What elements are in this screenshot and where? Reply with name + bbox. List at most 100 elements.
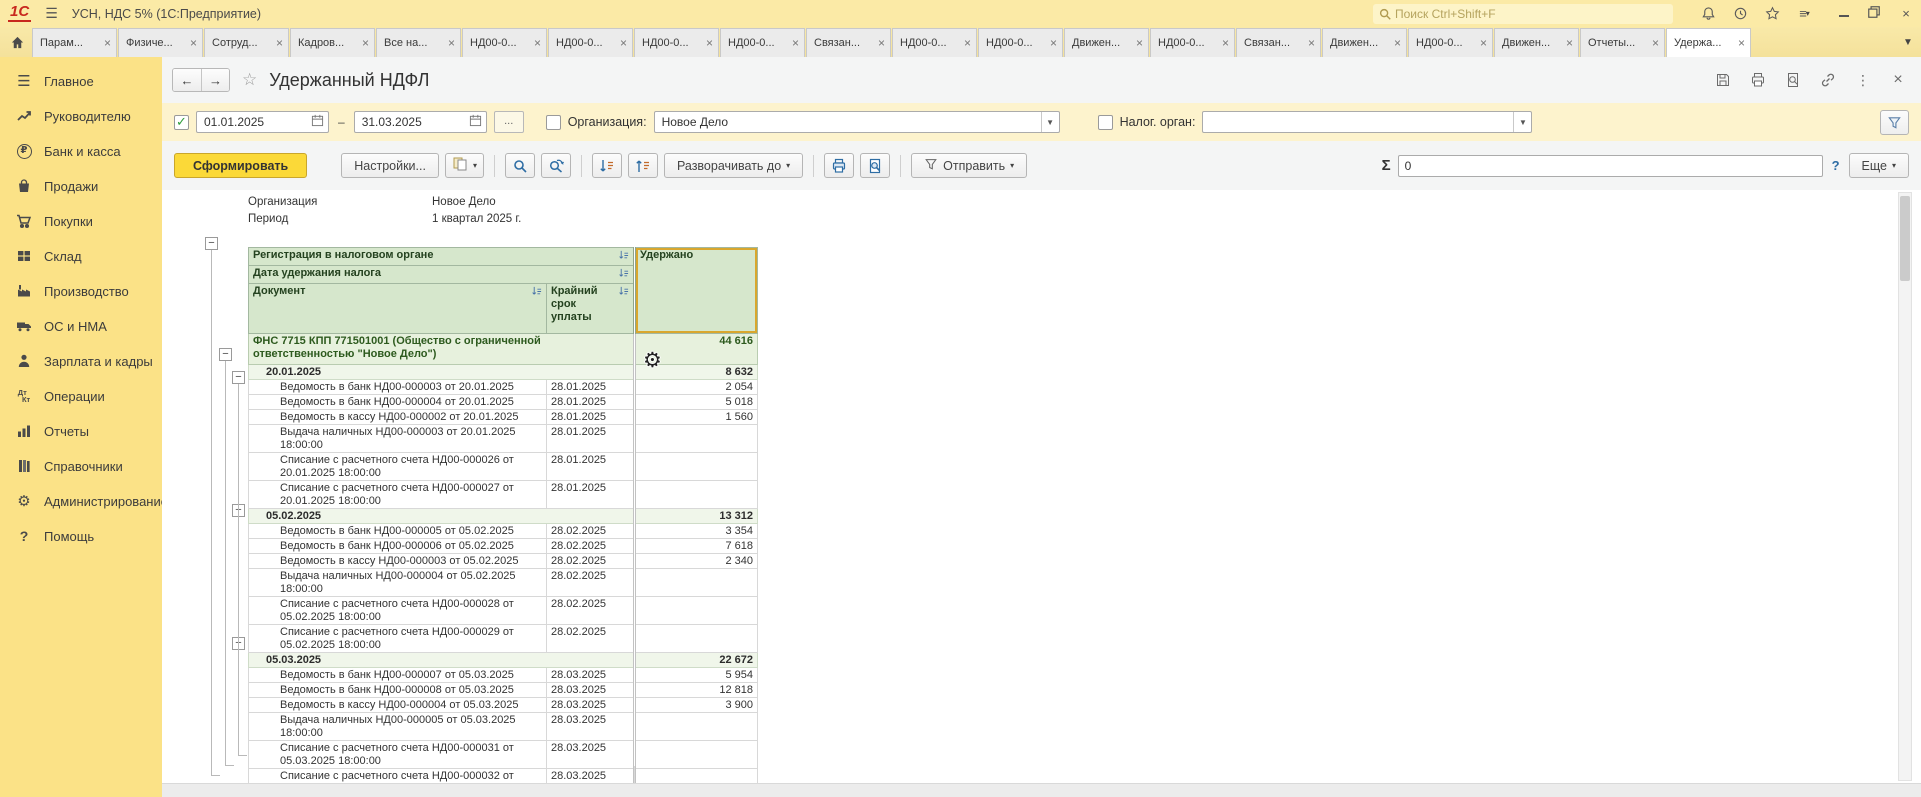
document-row[interactable]: Списание с расчетного счета НД00-000027 … (249, 481, 758, 509)
deadline-cell[interactable]: 28.01.2025 (547, 410, 635, 425)
tab-close-icon[interactable]: × (878, 36, 885, 50)
link-icon[interactable] (1819, 71, 1837, 89)
deadline-cell[interactable]: 28.01.2025 (547, 453, 635, 481)
col-header-withheld[interactable]: Удержано (635, 248, 758, 334)
print-icon[interactable] (1749, 71, 1767, 89)
period-more-button[interactable]: ... (494, 111, 524, 133)
sidebar-item-помощь[interactable]: ?Помощь (0, 524, 162, 548)
document-cell[interactable]: Выдача наличных НД00-000003 от 20.01.202… (249, 425, 547, 453)
document-row[interactable]: Ведомость в банк НД00-000004 от 20.01.20… (249, 395, 758, 410)
withheld-cell[interactable]: 7 618 (635, 539, 758, 554)
minimize-button[interactable] (1839, 10, 1849, 17)
sidebar-item-продажи[interactable]: Продажи (0, 174, 162, 198)
document-cell[interactable]: Ведомость в банк НД00-000007 от 05.03.20… (249, 668, 547, 683)
document-row[interactable]: Списание с расчетного счета НД00-000031 … (249, 741, 758, 769)
date-from-field[interactable]: 01.01.2025 (196, 111, 329, 133)
calendar-icon[interactable] (311, 114, 324, 130)
sidebar-item-банк-и-касса[interactable]: ₽Банк и касса (0, 139, 162, 163)
document-row[interactable]: Ведомость в кассу НД00-000004 от 05.03.2… (249, 698, 758, 713)
date-group-label[interactable]: 05.03.2025 (249, 653, 635, 668)
global-search[interactable] (1373, 4, 1673, 24)
filter-funnel-button[interactable] (1880, 110, 1909, 135)
tab-8[interactable]: НД00-0...× (720, 28, 805, 57)
withheld-cell[interactable]: 3 354 (635, 524, 758, 539)
find-next-button[interactable] (541, 153, 571, 178)
sidebar-item-администрирование[interactable]: ⚙Администрирование (0, 489, 162, 513)
tab-close-icon[interactable]: × (190, 36, 197, 50)
tab-overflow-chevron-icon[interactable]: ▼ (1895, 27, 1921, 57)
withheld-cell[interactable]: 3 900 (635, 698, 758, 713)
tab-close-icon[interactable]: × (1480, 36, 1487, 50)
date-group-total[interactable]: 13 312 (635, 509, 758, 524)
tab-0[interactable]: Парам...× (32, 28, 117, 57)
sidebar-item-операции[interactable]: Дт КтОперации (0, 384, 162, 408)
withheld-cell[interactable] (635, 453, 758, 481)
sidebar-item-зарплата-и-кадры[interactable]: Зарплата и кадры (0, 349, 162, 373)
document-row[interactable]: Списание с расчетного счета НД00-000026 … (249, 453, 758, 481)
deadline-cell[interactable]: 28.02.2025 (547, 524, 635, 539)
tab-5[interactable]: НД00-0...× (462, 28, 547, 57)
tab-2[interactable]: Сотруд...× (204, 28, 289, 57)
back-button[interactable]: ← (173, 69, 201, 91)
tab-4[interactable]: Все на...× (376, 28, 461, 57)
find-button[interactable] (505, 153, 535, 178)
document-cell[interactable]: Ведомость в банк НД00-000003 от 20.01.20… (249, 380, 547, 395)
withheld-cell[interactable]: 2 340 (635, 554, 758, 569)
tab-close-icon[interactable]: × (1222, 36, 1229, 50)
deadline-cell[interactable]: 28.01.2025 (547, 380, 635, 395)
deadline-cell[interactable]: 28.02.2025 (547, 539, 635, 554)
withheld-cell[interactable] (635, 569, 758, 597)
send-button[interactable]: Отправить▾ (911, 153, 1027, 178)
document-cell[interactable]: Списание с расчетного счета НД00-000031 … (249, 741, 547, 769)
history-clock-icon[interactable] (1729, 5, 1751, 23)
tab-14[interactable]: Связан...× (1236, 28, 1321, 57)
withheld-cell[interactable] (635, 425, 758, 453)
tab-18[interactable]: Отчеты...× (1580, 28, 1665, 57)
withheld-cell[interactable]: 5 954 (635, 668, 758, 683)
document-cell[interactable]: Ведомость в банк НД00-000006 от 05.02.20… (249, 539, 547, 554)
date-group-label[interactable]: 05.02.2025 (249, 509, 635, 524)
fns-group-title[interactable]: ФНС 7715 КПП 771501001 (Общество с огран… (249, 334, 635, 365)
document-cell[interactable]: Ведомость в кассу НД00-000004 от 05.03.2… (249, 698, 547, 713)
tax-authority-checkbox[interactable] (1098, 115, 1113, 130)
sidebar-item-главное[interactable]: ☰Главное (0, 69, 162, 93)
sidebar-item-производство[interactable]: Производство (0, 279, 162, 303)
document-cell[interactable]: Выдача наличных НД00-000004 от 05.02.202… (249, 569, 547, 597)
tax-authority-combo[interactable]: ▼ (1202, 111, 1532, 133)
group-collapse-level1[interactable]: − (205, 237, 218, 250)
preview-button[interactable] (860, 153, 890, 178)
generate-button[interactable]: Сформировать (174, 153, 307, 178)
period-checkbox[interactable] (174, 115, 189, 130)
favorite-star-icon[interactable]: ☆ (242, 70, 257, 90)
date-group-row-2[interactable]: 05.03.202522 672 (249, 653, 758, 668)
document-cell[interactable]: Списание с расчетного счета НД00-000027 … (249, 481, 547, 509)
sidebar-item-справочники[interactable]: Справочники (0, 454, 162, 478)
tab-close-icon[interactable]: × (1136, 36, 1143, 50)
chevron-down-icon[interactable]: ▼ (1041, 112, 1059, 132)
col-header-document[interactable]: Документ (249, 284, 547, 334)
withheld-cell[interactable] (635, 597, 758, 625)
sidebar-item-ос-и-нма[interactable]: ОС и НМА (0, 314, 162, 338)
more-kebab-icon[interactable]: ⋮ (1854, 71, 1872, 89)
autosum-field[interactable] (1398, 155, 1823, 177)
calendar-icon[interactable] (469, 114, 482, 130)
fns-group-row[interactable]: ФНС 7715 КПП 771501001 (Общество с огран… (249, 334, 758, 365)
report-variants-button[interactable]: ▾ (445, 153, 484, 178)
tab-close-icon[interactable]: × (1394, 36, 1401, 50)
sidebar-item-склад[interactable]: Склад (0, 244, 162, 268)
document-row[interactable]: Ведомость в банк НД00-000003 от 20.01.20… (249, 380, 758, 395)
document-row[interactable]: Ведомость в кассу НД00-000003 от 05.02.2… (249, 554, 758, 569)
report-grid[interactable]: − − − − − Организация Новое Дело (162, 190, 1921, 797)
chevron-down-icon[interactable]: ▼ (1513, 112, 1531, 132)
tab-10[interactable]: НД00-0...× (892, 28, 977, 57)
document-cell[interactable]: Выдача наличных НД00-000005 от 05.03.202… (249, 713, 547, 741)
date-group-row-1[interactable]: 05.02.202513 312 (249, 509, 758, 524)
deadline-cell[interactable]: 28.03.2025 (547, 713, 635, 741)
tab-close-icon[interactable]: × (448, 36, 455, 50)
expand-to-button[interactable]: Разворачивать до▾ (664, 153, 803, 178)
print-button[interactable] (824, 153, 854, 178)
sidebar-item-руководителю[interactable]: Руководителю (0, 104, 162, 128)
tab-close-icon[interactable]: × (276, 36, 283, 50)
document-row[interactable]: Списание с расчетного счета НД00-000029 … (249, 625, 758, 653)
tab-close-icon[interactable]: × (792, 36, 799, 50)
